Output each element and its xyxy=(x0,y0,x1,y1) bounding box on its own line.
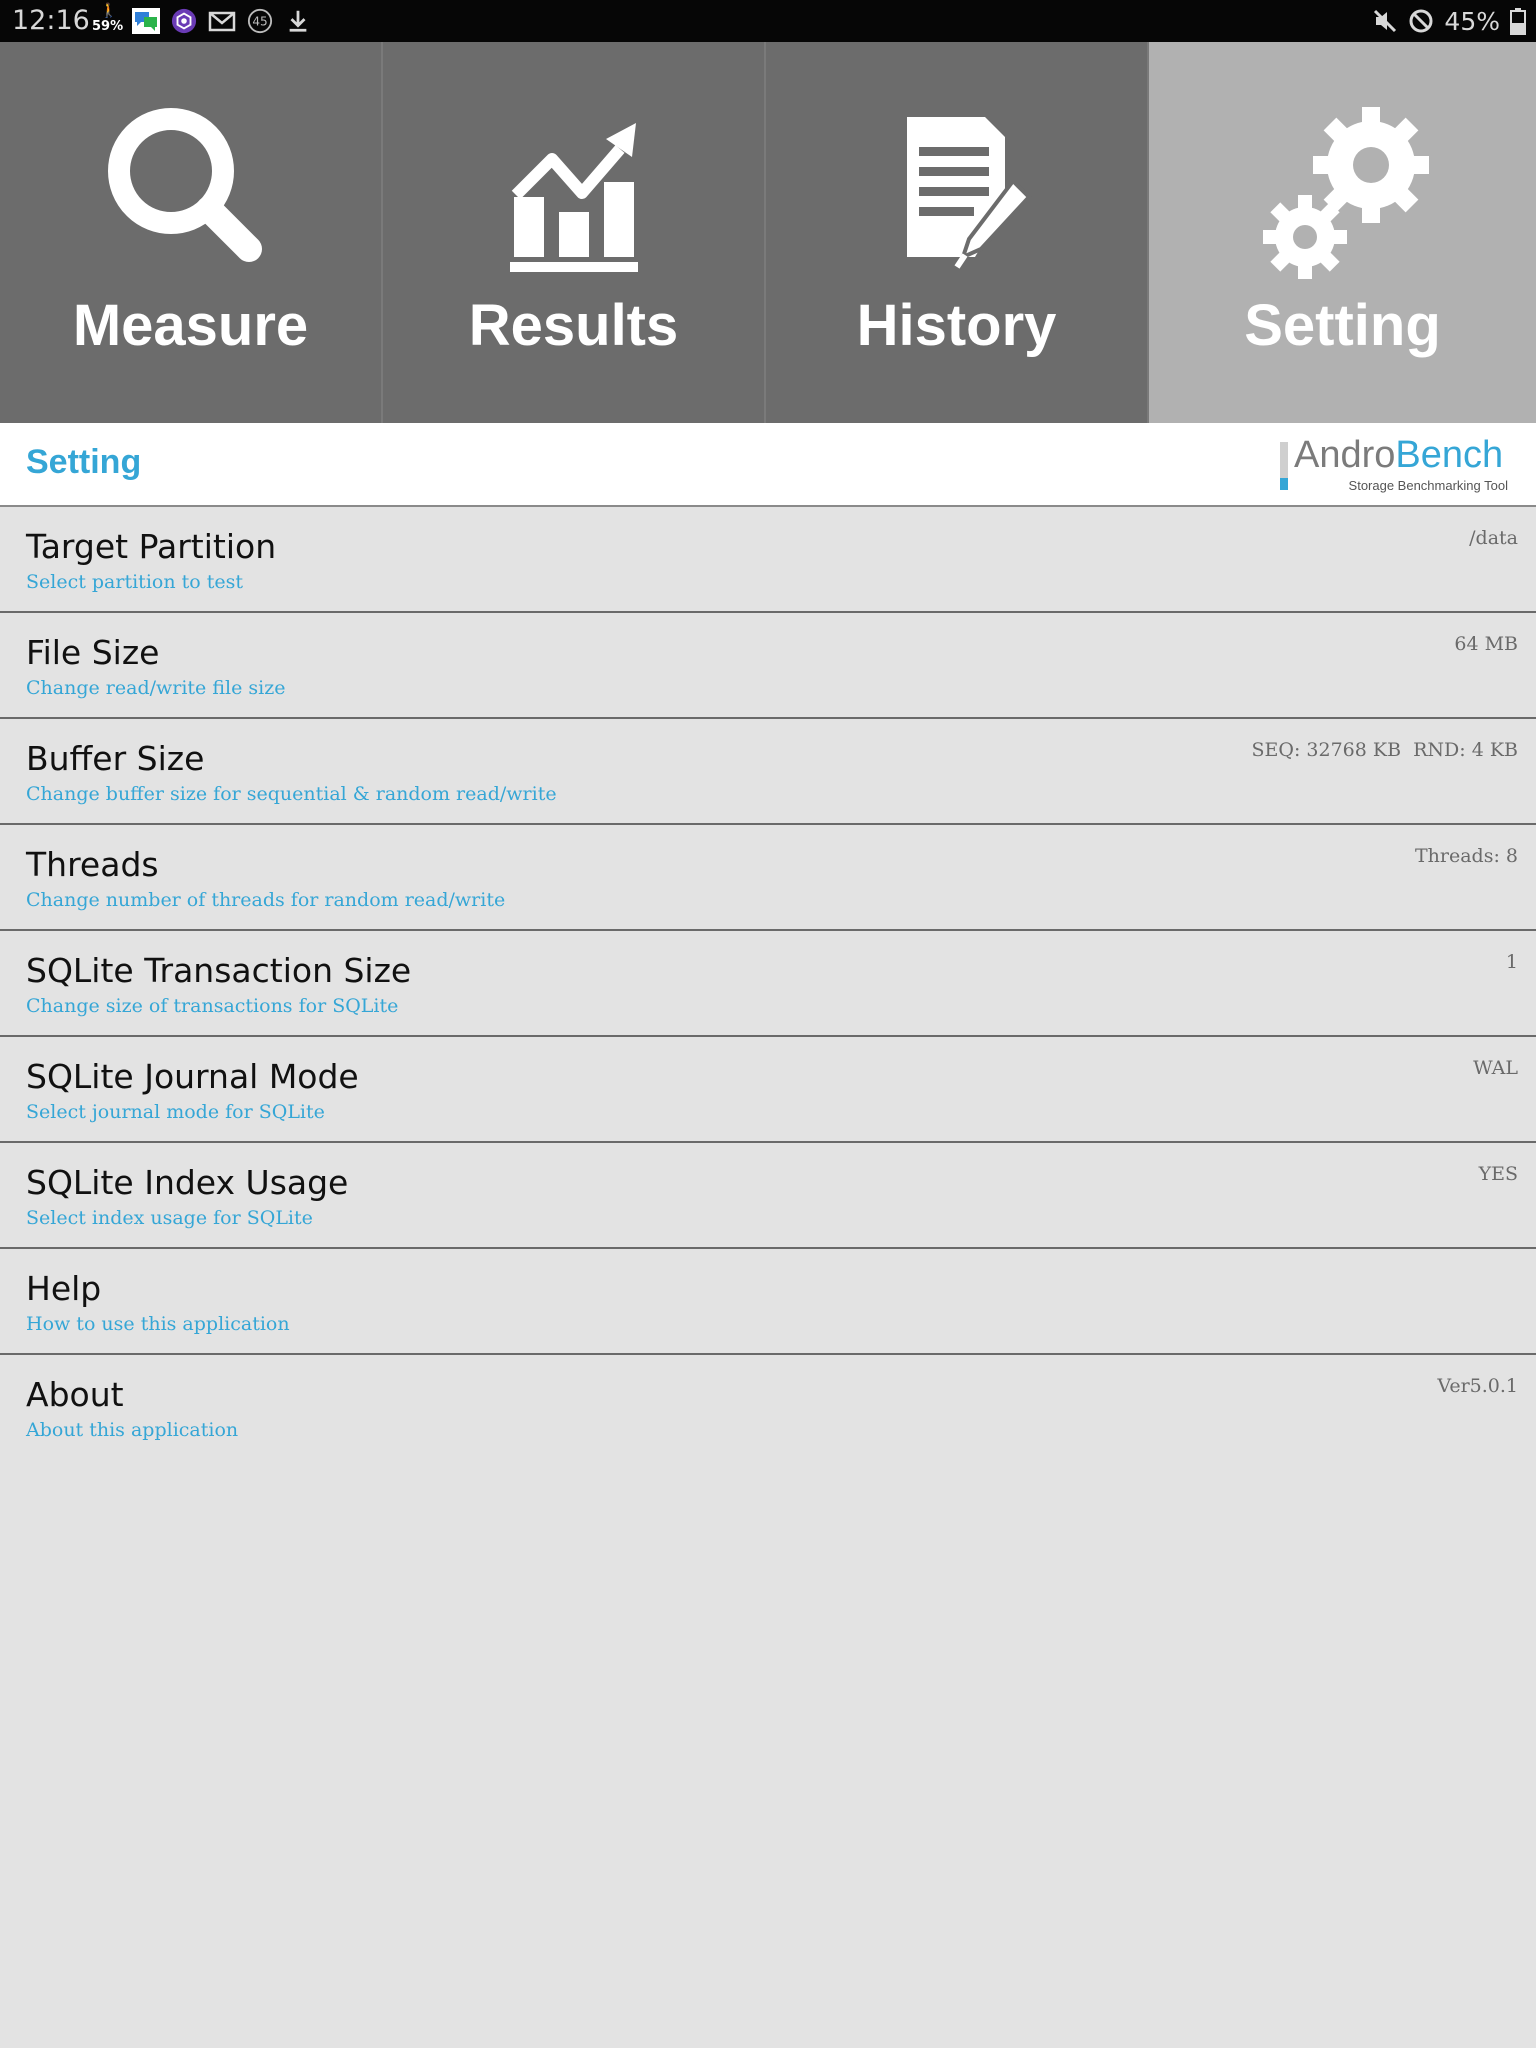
setting-title: SQLite Transaction Size xyxy=(26,951,412,990)
tab-setting[interactable]: Setting xyxy=(1149,42,1536,423)
status-time: 12:16 xyxy=(12,5,90,36)
setting-sqlite-index-usage[interactable]: SQLite Index Usage Select index usage fo… xyxy=(0,1143,1536,1249)
setting-title: Threads xyxy=(26,845,159,884)
setting-subtitle: How to use this application xyxy=(26,1313,290,1335)
do-not-disturb-icon xyxy=(1409,9,1433,33)
setting-value: /data xyxy=(1469,527,1518,549)
setting-threads[interactable]: Threads Change number of threads for ran… xyxy=(0,825,1536,931)
setting-title: SQLite Index Usage xyxy=(26,1163,349,1202)
tab-measure-label: Measure xyxy=(72,293,309,358)
page-header: Setting AndroBench Storage Benchmarking … xyxy=(0,423,1536,507)
setting-title: Buffer Size xyxy=(26,739,205,778)
page-title: Setting xyxy=(26,443,142,481)
count-badge-icon: 45 xyxy=(247,8,273,34)
setting-value: 1 xyxy=(1505,951,1518,973)
setting-subtitle: Change buffer size for sequential & rand… xyxy=(26,783,557,805)
gears-icon xyxy=(1149,97,1536,317)
setting-buffer-size[interactable]: Buffer Size Change buffer size for seque… xyxy=(0,719,1536,825)
battery-icon xyxy=(1510,8,1526,35)
main-tabs: Measure Results History Setting xyxy=(0,42,1536,423)
mute-icon xyxy=(1374,9,1397,33)
setting-title: Help xyxy=(26,1269,102,1308)
setting-value: SEQ: 32768 KB RND: 4 KB xyxy=(1251,739,1518,761)
setting-title: About xyxy=(26,1375,124,1414)
mail-icon xyxy=(208,11,236,32)
setting-target-partition[interactable]: Target Partition Select partition to tes… xyxy=(0,507,1536,613)
setting-subtitle: Change read/write file size xyxy=(26,677,286,699)
chart-icon xyxy=(383,97,764,317)
setting-file-size[interactable]: File Size Change read/write file size 64… xyxy=(0,613,1536,719)
tab-history[interactable]: History xyxy=(766,42,1149,423)
shield-app-icon xyxy=(171,8,197,34)
steps-icon: 🚶 59% xyxy=(92,3,124,34)
settings-list: Target Partition Select partition to tes… xyxy=(0,507,1536,1461)
steps-percent: 59% xyxy=(92,19,124,34)
setting-subtitle: Select journal mode for SQLite xyxy=(26,1101,325,1123)
setting-help[interactable]: Help How to use this application xyxy=(0,1249,1536,1355)
setting-subtitle: Change number of threads for random read… xyxy=(26,889,506,911)
tab-measure[interactable]: Measure xyxy=(0,42,383,423)
setting-subtitle: Select index usage for SQLite xyxy=(26,1207,313,1229)
document-edit-icon xyxy=(766,97,1147,317)
setting-value: Ver5.0.1 xyxy=(1437,1375,1518,1397)
setting-value: YES xyxy=(1478,1163,1518,1185)
setting-sqlite-journal-mode[interactable]: SQLite Journal Mode Select journal mode … xyxy=(0,1037,1536,1143)
setting-title: Target Partition xyxy=(26,527,277,566)
tab-history-label: History xyxy=(856,293,1057,358)
download-icon xyxy=(289,10,307,32)
tab-setting-label: Setting xyxy=(1244,293,1441,358)
tab-results-label: Results xyxy=(468,293,679,358)
setting-about[interactable]: About About this application Ver5.0.1 xyxy=(0,1355,1536,1461)
status-bar: 12:16 🚶 59% 45 45% xyxy=(0,0,1536,42)
chat-app-icon xyxy=(132,8,160,34)
battery-percent: 45% xyxy=(1444,6,1500,36)
search-icon xyxy=(0,97,381,317)
status-notification-icons: 🚶 59% 45 xyxy=(90,4,312,38)
setting-value: Threads: 8 xyxy=(1414,845,1518,867)
setting-subtitle: Change size of transactions for SQLite xyxy=(26,995,399,1017)
svg-text:45: 45 xyxy=(252,15,267,29)
tab-results[interactable]: Results xyxy=(383,42,766,423)
setting-value: WAL xyxy=(1473,1057,1518,1079)
androbench-logo: AndroBench Storage Benchmarking Tool xyxy=(1280,434,1510,494)
setting-title: SQLite Journal Mode xyxy=(26,1057,359,1096)
setting-value: 64 MB xyxy=(1454,633,1518,655)
setting-title: File Size xyxy=(26,633,160,672)
setting-subtitle: Select partition to test xyxy=(26,571,243,593)
status-system-icons: 45% xyxy=(1372,4,1526,38)
setting-subtitle: About this application xyxy=(26,1419,239,1441)
setting-sqlite-transaction-size[interactable]: SQLite Transaction Size Change size of t… xyxy=(0,931,1536,1037)
